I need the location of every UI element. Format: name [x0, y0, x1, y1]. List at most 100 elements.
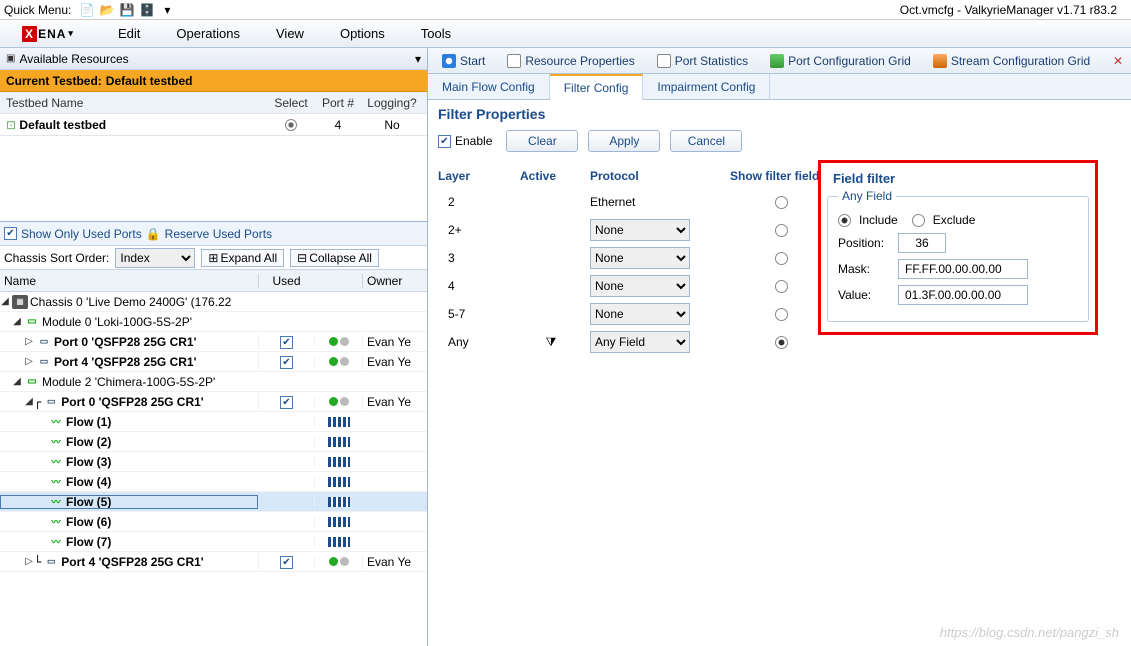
reserve-used-ports-label[interactable]: Reserve Used Ports [165, 227, 272, 241]
port-icon: ▭ [43, 555, 59, 569]
active-cell [520, 216, 590, 244]
flow-icon: 〰 [48, 455, 64, 469]
tab-impairment-config[interactable]: Impairment Config [643, 74, 770, 99]
protocol-select[interactable]: None [590, 247, 690, 269]
tree-label: Port 4 'QSFP28 25G CR1' [54, 355, 196, 369]
sort-row: Chassis Sort Order: Index ⊞Expand All ⊟C… [0, 246, 427, 270]
tree-row[interactable]: 〰Flow (6) [0, 512, 427, 532]
tree-header: Name Used Owner [0, 270, 427, 292]
tree-label: Flow (4) [66, 475, 111, 489]
protocol-select[interactable]: None [590, 219, 690, 241]
dropdown-icon[interactable]: ▾ [159, 2, 175, 18]
window-title: Oct.vmcfg - ValkyrieManager v1.71 r83.2 [900, 3, 1117, 17]
used-checkbox[interactable] [280, 356, 293, 369]
show-filter-radio[interactable] [775, 336, 788, 349]
tree-row[interactable]: 〰Flow (7) [0, 532, 427, 552]
cancel-button[interactable]: Cancel [670, 130, 742, 152]
tree-row[interactable]: 〰Flow (4) [0, 472, 427, 492]
tab-main-flow-config[interactable]: Main Flow Config [428, 74, 550, 99]
testbed-row[interactable]: ⊡ Default testbed 4 No [0, 114, 427, 136]
show-filter-radio[interactable] [775, 224, 788, 237]
col-layer: Layer [438, 164, 520, 188]
position-label: Position: [838, 236, 890, 250]
tree-row[interactable]: ◢┌▭Port 0 'QSFP28 25G CR1' Evan Ye [0, 392, 427, 412]
save-icon[interactable]: 💾 [119, 2, 135, 18]
layer-cell: Any [438, 328, 520, 356]
toolbar-port-configuration-grid[interactable]: Port Configuration Grid [764, 52, 917, 70]
tree-label: Chassis 0 'Live Demo 2400G' (176.22 [30, 295, 231, 309]
settings-icon[interactable]: 🗄️ [139, 2, 155, 18]
toolbar-resource-properties[interactable]: Resource Properties [501, 52, 640, 70]
logo-x-icon: X [22, 26, 37, 42]
toolbar-start[interactable]: Start [436, 52, 491, 70]
tree-row[interactable]: 〰Flow (5) [0, 492, 427, 512]
enable-label: Enable [455, 134, 492, 148]
layer-cell: 2 [438, 188, 520, 216]
owner-cell: Evan Ye [362, 555, 420, 569]
tree-row[interactable]: 〰Flow (3) [0, 452, 427, 472]
enable-checkbox[interactable] [438, 135, 451, 148]
new-file-icon[interactable]: 📄 [79, 2, 95, 18]
menu-edit[interactable]: Edit [100, 26, 158, 41]
menu-view[interactable]: View [258, 26, 322, 41]
exclude-radio[interactable] [912, 214, 925, 227]
available-resources-header[interactable]: ▣ Available Resources ▾ [0, 48, 427, 70]
show-filter-radio[interactable] [775, 252, 788, 265]
tree-row[interactable]: 〰Flow (2) [0, 432, 427, 452]
toggle-icon[interactable]: ◢ [12, 376, 22, 387]
show-only-used-checkbox[interactable] [4, 227, 17, 240]
status-dot-green [329, 557, 338, 566]
app-logo: XENA▾ [4, 23, 92, 45]
toggle-icon[interactable]: ▷ [24, 356, 34, 367]
position-input[interactable] [898, 233, 946, 253]
apply-button[interactable]: Apply [588, 130, 660, 152]
mask-input[interactable] [898, 259, 1028, 279]
used-checkbox[interactable] [280, 336, 293, 349]
col-active: Active [520, 164, 590, 188]
menu-options[interactable]: Options [322, 26, 403, 41]
toolbar-port-statistics[interactable]: Port Statistics [651, 52, 754, 70]
chevron-down-icon[interactable]: ▾ [415, 52, 421, 66]
protocol-select[interactable]: Any Field [590, 331, 690, 353]
toggle-icon[interactable]: ◢ [0, 296, 10, 307]
toggle-icon[interactable]: ◢ [24, 396, 34, 407]
include-radio[interactable] [838, 214, 851, 227]
toggle-icon[interactable]: ▷ [24, 556, 34, 567]
clear-button[interactable]: Clear [506, 130, 578, 152]
chassis-sort-select[interactable]: Index [115, 248, 195, 268]
expander-icon[interactable]: ▣ [6, 53, 15, 64]
tree-row[interactable]: ▷└▭Port 4 'QSFP28 25G CR1' Evan Ye [0, 552, 427, 572]
tree-label: Module 0 'Loki-100G-5S-2P' [42, 315, 192, 329]
tree-label: Flow (6) [66, 515, 111, 529]
flow-bar-icon [328, 457, 350, 467]
used-checkbox[interactable] [280, 556, 293, 569]
tree-row[interactable]: ▷▭Port 0 'QSFP28 25G CR1' Evan Ye [0, 332, 427, 352]
close-tab-icon[interactable]: ✕ [1113, 54, 1123, 68]
used-checkbox[interactable] [280, 396, 293, 409]
tree-row[interactable]: ◢▭Module 2 'Chimera-100G-5S-2P' [0, 372, 427, 392]
tree-row[interactable]: ◢▭Module 0 'Loki-100G-5S-2P' [0, 312, 427, 332]
show-filter-radio[interactable] [775, 280, 788, 293]
show-filter-radio[interactable] [775, 308, 788, 321]
toggle-icon[interactable]: ▷ [24, 336, 34, 347]
menu-tools[interactable]: Tools [403, 26, 469, 41]
tree-label: Flow (3) [66, 455, 111, 469]
protocol-select[interactable]: None [590, 303, 690, 325]
resource-tree: ◢▦Chassis 0 'Live Demo 2400G' (176.22 ◢▭… [0, 292, 427, 572]
flow-icon: 〰 [48, 535, 64, 549]
menu-operations[interactable]: Operations [158, 26, 258, 41]
open-folder-icon[interactable]: 📂 [99, 2, 115, 18]
toggle-icon[interactable]: ◢ [12, 316, 22, 327]
section-title: Filter Properties [438, 106, 1121, 122]
tree-row[interactable]: 〰Flow (1) [0, 412, 427, 432]
expand-all-button[interactable]: ⊞Expand All [201, 249, 284, 267]
show-filter-radio[interactable] [775, 196, 788, 209]
tab-filter-config[interactable]: Filter Config [550, 74, 644, 100]
tree-row[interactable]: ▷▭Port 4 'QSFP28 25G CR1' Evan Ye [0, 352, 427, 372]
collapse-all-button[interactable]: ⊟Collapse All [290, 249, 379, 267]
value-input[interactable] [898, 285, 1028, 305]
toolbar-stream-configuration-grid[interactable]: Stream Configuration Grid [927, 52, 1096, 70]
col-used: Used [258, 274, 314, 288]
tree-row[interactable]: ◢▦Chassis 0 'Live Demo 2400G' (176.22 [0, 292, 427, 312]
protocol-select[interactable]: None [590, 275, 690, 297]
